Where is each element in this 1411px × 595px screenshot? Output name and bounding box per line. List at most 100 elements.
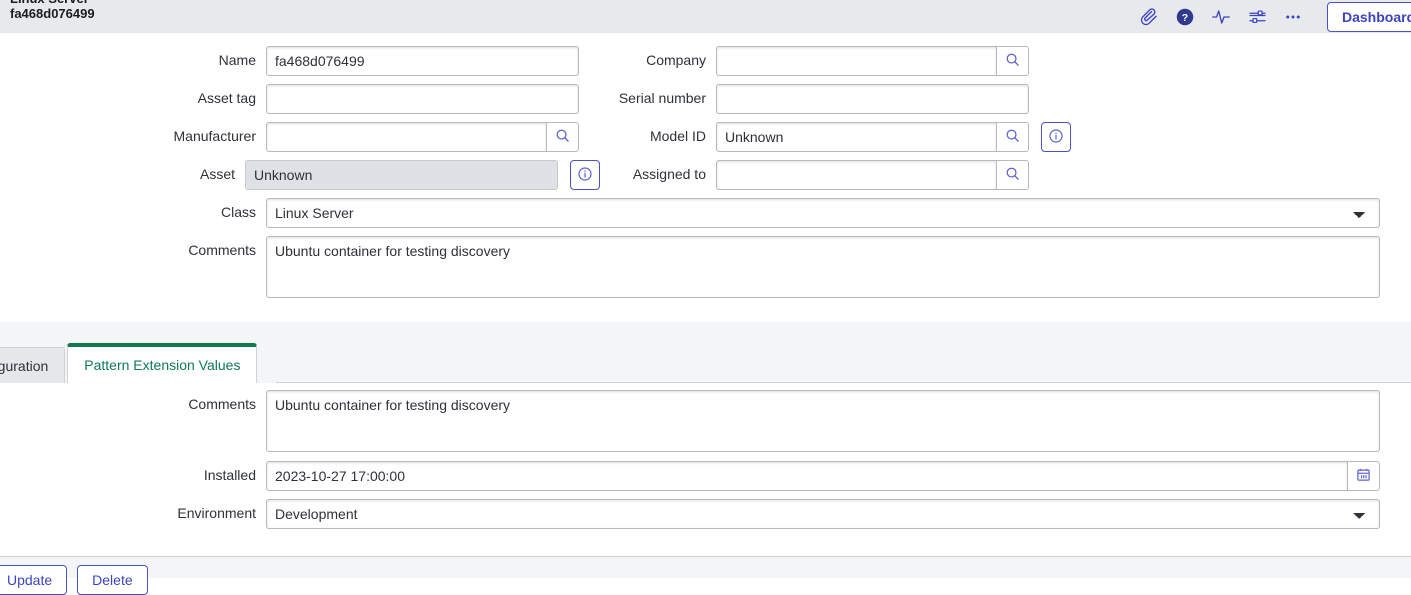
assigned-to-lookup-button[interactable]	[996, 160, 1029, 190]
class-select[interactable]: Linux Server	[266, 198, 1380, 228]
attachment-icon-button[interactable]	[1131, 2, 1167, 32]
panel-comments-control: Ubuntu container for testing discovery	[266, 390, 1380, 452]
field-group-serial-number: Serial number	[600, 84, 1411, 114]
asset-control	[245, 160, 600, 190]
field-group-model-id: Model ID	[600, 122, 1411, 152]
name-label: Name	[0, 46, 266, 68]
info-icon	[577, 166, 593, 185]
help-circle-icon: ?	[1176, 8, 1194, 26]
tab-strip: Configuration Pattern Extension Values	[0, 343, 259, 383]
paperclip-icon	[1140, 8, 1158, 26]
environment-label: Environment	[0, 499, 266, 521]
panel-row-environment: Environment Development	[0, 499, 1411, 529]
manufacturer-input[interactable]	[266, 122, 546, 152]
record-name-label: fa468d076499	[10, 6, 95, 21]
field-group-company: Company	[600, 46, 1411, 76]
panel-comments-textarea[interactable]: Ubuntu container for testing discovery	[266, 390, 1380, 452]
company-control	[716, 46, 1029, 76]
activity-pulse-icon	[1211, 8, 1231, 26]
search-icon	[555, 128, 570, 146]
model-id-info-button[interactable]	[1041, 122, 1071, 152]
model-id-control	[716, 122, 1071, 152]
form-row-name-company: Name Company	[0, 33, 1411, 76]
help-icon-button[interactable]: ?	[1167, 2, 1203, 32]
search-icon	[1005, 52, 1020, 70]
tab-configuration-label: Configuration	[0, 358, 48, 374]
company-lookup-button[interactable]	[996, 46, 1029, 76]
manufacturer-lookup-button[interactable]	[546, 122, 579, 152]
tab-pattern-extension-values-label: Pattern Extension Values	[84, 357, 240, 373]
field-group-name: Name	[0, 46, 600, 76]
form-header: Linux Server fa468d076499 ?	[0, 0, 1411, 33]
tab-panel-pattern-extension-values: Comments Ubuntu container for testing di…	[0, 390, 1411, 537]
record-title: Linux Server fa468d076499	[10, 0, 95, 21]
installed-calendar-button[interactable]	[1347, 461, 1380, 491]
dashboard-button[interactable]: Dashboard	[1327, 2, 1411, 32]
class-label: Class	[0, 198, 266, 220]
field-group-asset: Asset	[0, 160, 600, 190]
asset-tag-control	[266, 84, 579, 114]
model-id-label: Model ID	[600, 122, 716, 144]
asset-info-button[interactable]	[570, 160, 600, 190]
search-icon	[1005, 128, 1020, 146]
environment-select[interactable]: Development	[266, 499, 1380, 529]
serial-number-label: Serial number	[600, 84, 716, 106]
assigned-to-control	[716, 160, 1029, 190]
form-row-comments: Comments Ubuntu container for testing di…	[0, 236, 1411, 298]
field-group-assigned-to: Assigned to	[600, 160, 1411, 190]
name-input[interactable]	[266, 46, 579, 76]
update-button[interactable]: Update	[0, 565, 67, 595]
asset-label: Asset	[0, 160, 245, 182]
manufacturer-label: Manufacturer	[0, 122, 266, 144]
sliders-icon	[1248, 8, 1267, 26]
form-row-class: Class Linux Server	[0, 198, 1411, 228]
search-icon	[1005, 166, 1020, 184]
field-group-class: Class Linux Server	[0, 198, 1380, 228]
personalize-icon-button[interactable]	[1239, 2, 1275, 32]
tab-configuration[interactable]: Configuration	[0, 347, 65, 383]
svg-text:?: ?	[1182, 11, 1188, 23]
installed-control	[266, 461, 1380, 491]
more-options-icon-button[interactable]	[1275, 2, 1311, 32]
tab-underline	[276, 382, 1411, 383]
name-control	[266, 46, 579, 76]
field-group-asset-tag: Asset tag	[0, 84, 600, 114]
model-id-input[interactable]	[716, 122, 996, 152]
panel-field-group-installed: Installed	[0, 461, 1380, 491]
installed-input[interactable]	[266, 461, 1347, 491]
comments-textarea[interactable]: Ubuntu container for testing discovery	[266, 236, 1380, 298]
asset-tag-label: Asset tag	[0, 84, 266, 106]
environment-control: Development	[266, 499, 1380, 529]
field-group-comments: Comments Ubuntu container for testing di…	[0, 236, 1380, 298]
assigned-to-label: Assigned to	[600, 160, 716, 182]
manufacturer-control	[266, 122, 579, 152]
tab-pattern-extension-values[interactable]: Pattern Extension Values	[67, 343, 257, 383]
ellipsis-icon	[1284, 8, 1302, 26]
info-icon	[1048, 128, 1064, 147]
company-label: Company	[600, 46, 716, 68]
asset-input	[245, 160, 558, 190]
panel-field-group-comments: Comments Ubuntu container for testing di…	[0, 390, 1380, 452]
panel-row-installed: Installed	[0, 461, 1411, 491]
comments-label: Comments	[0, 236, 266, 258]
model-id-lookup-button[interactable]	[996, 122, 1029, 152]
panel-field-group-environment: Environment Development	[0, 499, 1380, 529]
company-input[interactable]	[716, 46, 996, 76]
form-footer: Update Delete	[0, 556, 1411, 578]
serial-number-control	[716, 84, 1029, 114]
assigned-to-input[interactable]	[716, 160, 996, 190]
activity-icon-button[interactable]	[1203, 2, 1239, 32]
asset-tag-input[interactable]	[266, 84, 579, 114]
form-row-asset-assignedto: Asset Assigned to	[0, 160, 1411, 190]
tab-band: Configuration Pattern Extension Values	[0, 322, 1411, 383]
serial-number-input[interactable]	[716, 84, 1029, 114]
header-actions: ?	[1131, 0, 1411, 33]
model-id-ref-group	[716, 122, 1029, 152]
comments-control: Ubuntu container for testing discovery	[266, 236, 1380, 298]
panel-comments-label: Comments	[0, 390, 266, 412]
delete-button[interactable]: Delete	[77, 565, 147, 595]
installed-label: Installed	[0, 461, 266, 483]
form-body: Name Company Asset tag	[0, 33, 1411, 306]
footer-buttons: Update Delete	[0, 565, 148, 595]
field-group-manufacturer: Manufacturer	[0, 122, 600, 152]
